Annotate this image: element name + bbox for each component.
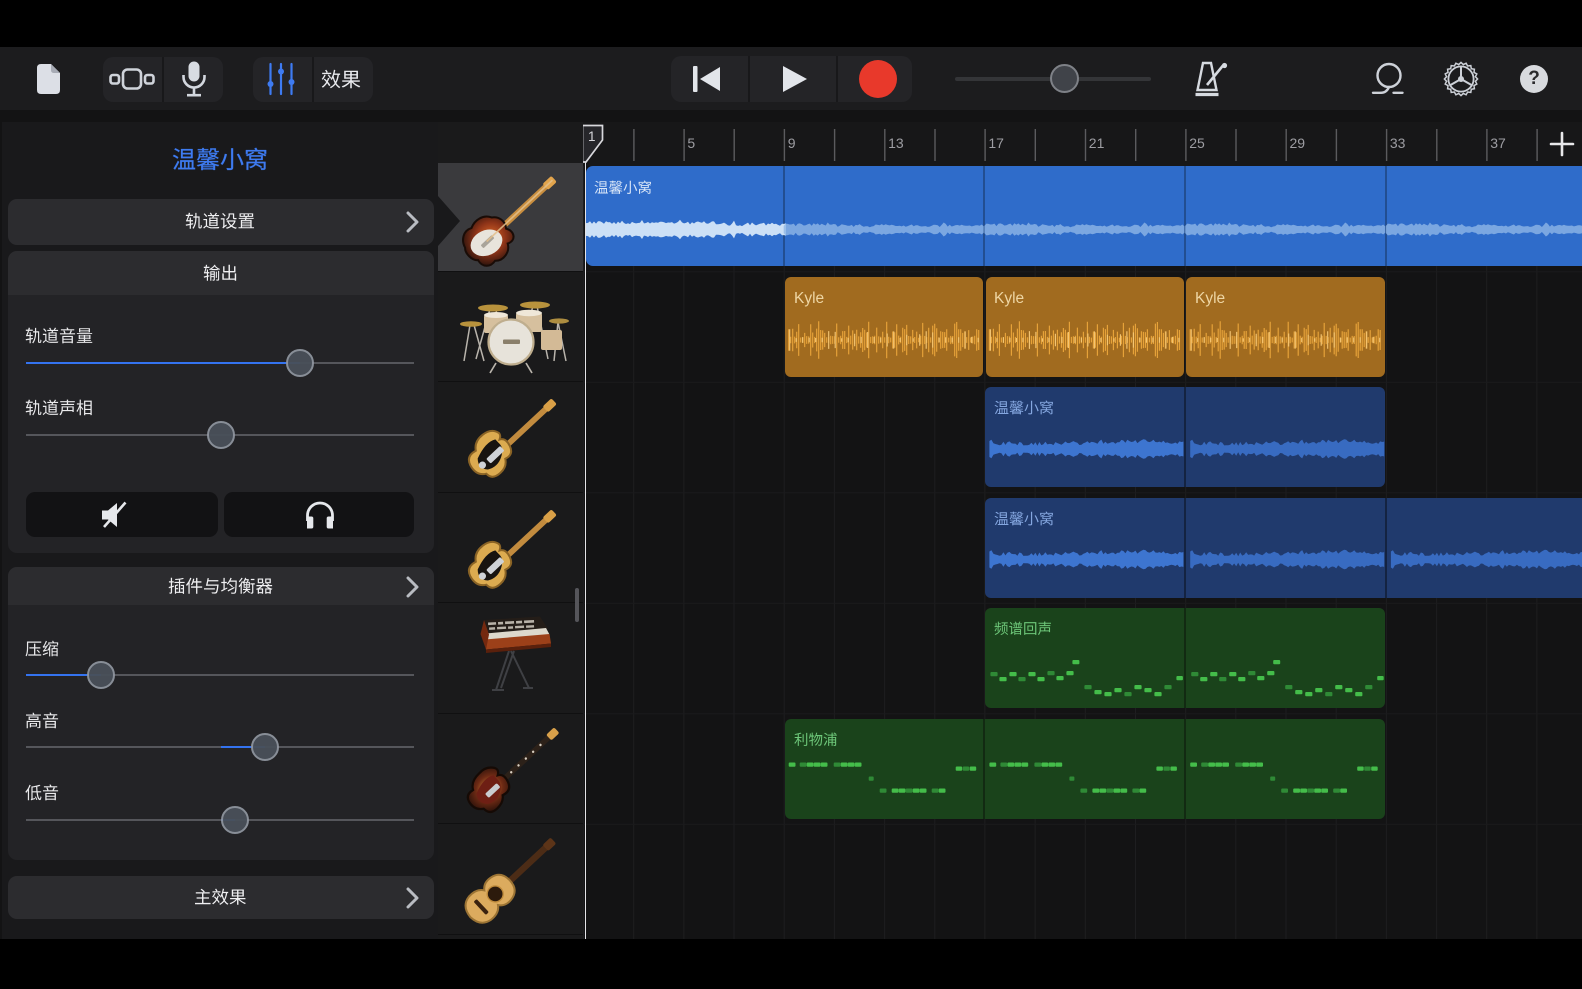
svg-text:1: 1 — [588, 129, 596, 144]
